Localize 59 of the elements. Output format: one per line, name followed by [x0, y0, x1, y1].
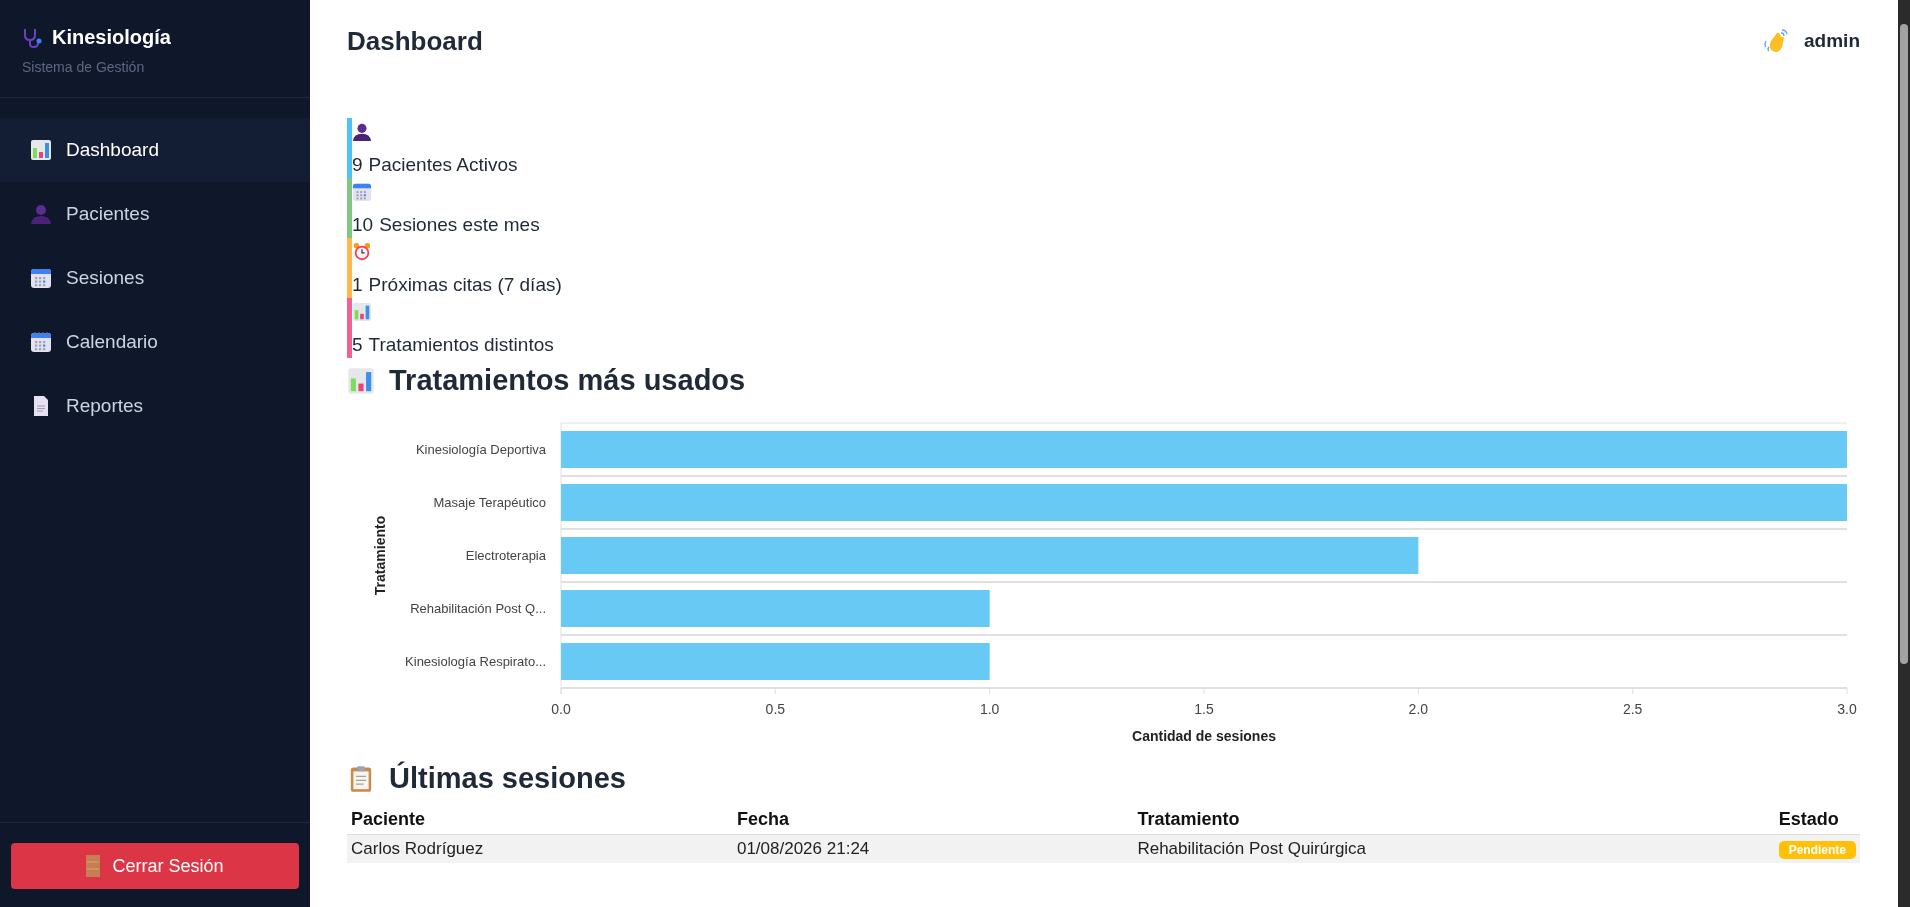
person-icon [352, 122, 372, 142]
sidebar-item[interactable]: Sesiones [0, 246, 310, 310]
app-title: Kinesiología [52, 26, 171, 49]
bar-chart-icon [30, 139, 52, 161]
waving-hand-icon [1762, 27, 1791, 55]
table-cell: Rehabilitación Post Quirúrgica [1133, 834, 1775, 863]
axis-category-label: Kinesiología Deportiva [415, 441, 546, 457]
stat-label: Próximas citas (7 días) [368, 274, 562, 296]
calendar-icon [30, 267, 52, 289]
column-header: Paciente [347, 805, 733, 835]
stat-value: 5 [352, 334, 363, 356]
sidebar-item[interactable]: Reportes [0, 374, 310, 438]
axis-category-label: Rehabilitación Post Q... [410, 600, 546, 616]
axis-tick-label: 1.0 [979, 701, 1000, 717]
alarm-clock-icon [352, 242, 372, 262]
axis-title: Cantidad de sesiones [1132, 728, 1276, 744]
app-subtitle: Sistema de Gestión [22, 59, 146, 75]
stat-label: Sesiones este mes [379, 214, 540, 236]
sidebar-item[interactable]: Pacientes [0, 182, 310, 246]
axis-tick-label: 1.5 [1194, 701, 1214, 717]
sidebar-item-label: Pacientes [66, 203, 150, 225]
table-cell: Carlos Rodríguez [347, 834, 733, 863]
column-header: Tratamiento [1133, 805, 1775, 835]
column-header: Estado [1774, 805, 1860, 835]
stat-label: Pacientes Activos [368, 154, 518, 176]
logout-button[interactable]: Cerrar Sesión [11, 843, 299, 889]
calendar-icon [352, 182, 372, 202]
stethoscope-icon [22, 26, 44, 49]
bar-chart-icon [347, 366, 375, 395]
sidebar-item-label: Reportes [66, 395, 144, 417]
status-badge: Pendiente [1778, 841, 1856, 859]
calendar-icon [30, 331, 52, 353]
axis-tick-label: 3.0 [1837, 701, 1857, 717]
stat-value: 10 [352, 214, 374, 236]
sidebar-item-label: Calendario [66, 331, 158, 353]
axis-category-label: Kinesiología Respirato... [405, 653, 546, 669]
axis-category-label: Masaje Terapéutico [433, 494, 546, 510]
axis-tick-label: 0.5 [765, 701, 786, 717]
section-title: Tratamientos más usados [389, 364, 746, 397]
stat-value: 9 [352, 154, 363, 176]
axis-title: Tratamiento [372, 515, 388, 596]
axis-tick-label: 2.5 [1622, 701, 1643, 717]
door-icon [86, 855, 101, 877]
user-name: admin [1804, 30, 1860, 52]
axis-tick-label: 2.0 [1408, 701, 1429, 717]
person-icon [30, 203, 52, 225]
sidebar-item[interactable]: Calendario [0, 310, 310, 374]
sidebar-item-label: Dashboard [66, 139, 159, 161]
page-title: Dashboard [347, 25, 483, 57]
stat-label: Tratamientos distintos [368, 334, 554, 356]
axis-category-label: Electroterapia [465, 547, 546, 563]
column-header: Fecha [732, 805, 1134, 835]
stat-value: 1 [352, 274, 363, 296]
bar-chart-icon [352, 302, 372, 322]
sidebar-item-label: Sesiones [66, 267, 145, 289]
table-cell: 01/08/2026 21:24 [732, 834, 1134, 863]
sidebar-item[interactable]: Dashboard [0, 118, 310, 182]
section-title: Últimas sesiones [389, 762, 626, 795]
axis-tick-label: 0.0 [551, 701, 571, 717]
